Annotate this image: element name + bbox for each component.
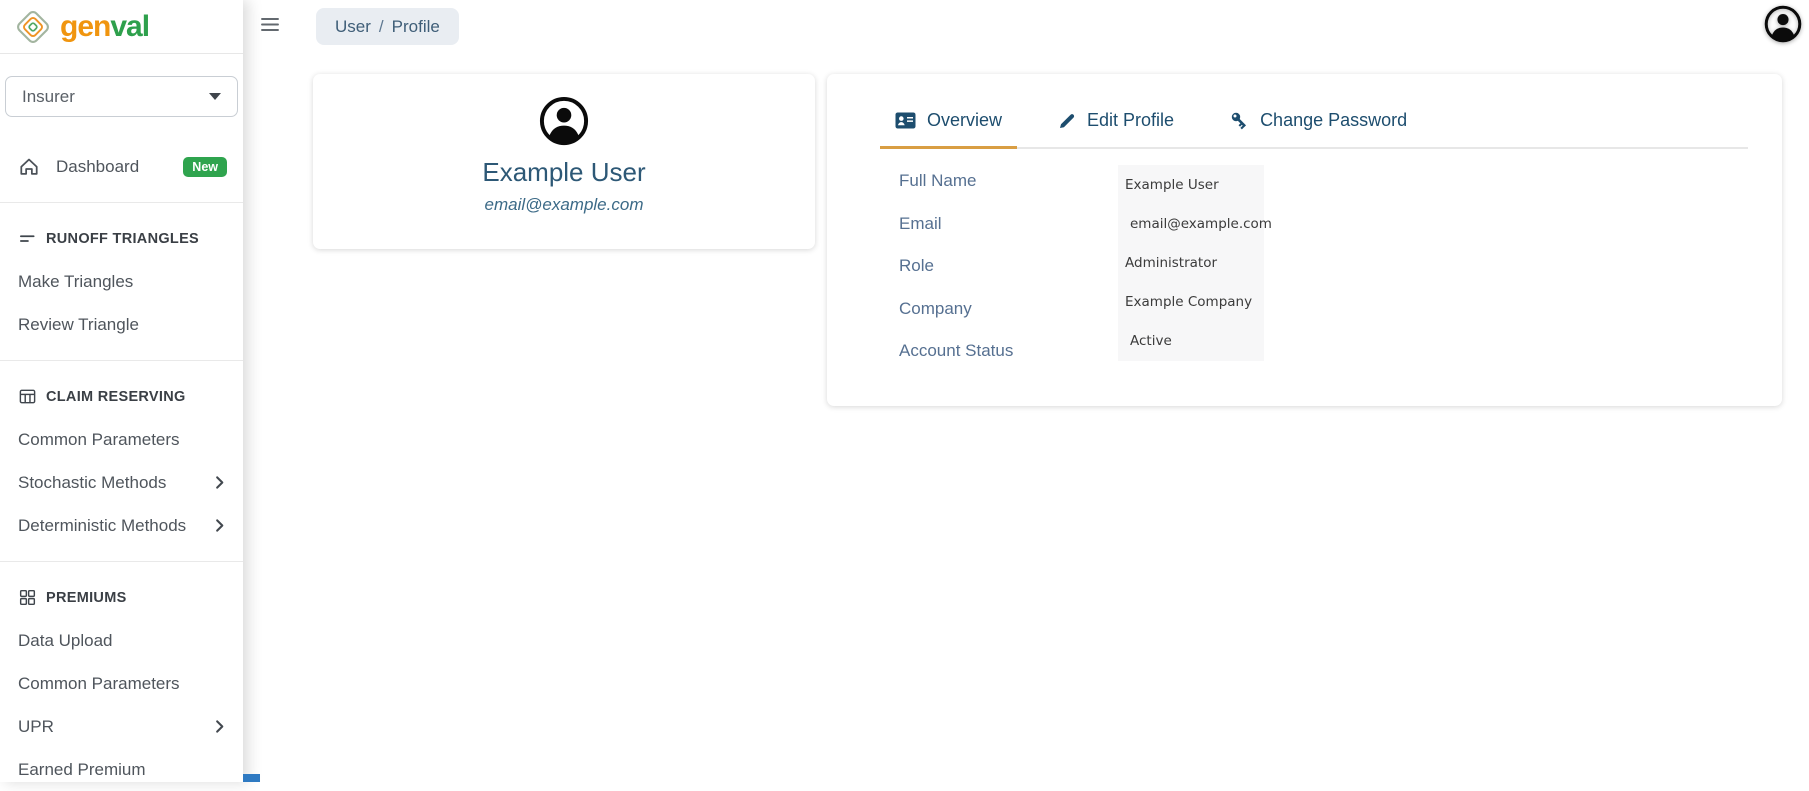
chevron-right-icon (212, 719, 227, 734)
sidebar-item-review-triangle[interactable]: Review Triangle (0, 303, 243, 346)
field-value-email: email@example.com (1118, 204, 1264, 243)
tab-bar: Overview Edit Profile (880, 110, 1748, 149)
section-header-premiums[interactable]: PREMIUMS (0, 576, 243, 619)
profile-email: email@example.com (313, 195, 815, 215)
field-value-role: Administrator (1118, 243, 1264, 282)
genval-diamond-logo-icon (12, 6, 54, 48)
section-header-claim-reserving[interactable]: CLAIM RESERVING (0, 375, 243, 418)
field-label-role: Role (899, 245, 1013, 288)
table-icon (18, 387, 37, 406)
sidebar-item-dashboard[interactable]: Dashboard New (0, 145, 243, 188)
sidebar-item-common-parameters-premiums[interactable]: Common Parameters (0, 662, 243, 705)
brand-name: genval (60, 10, 149, 44)
tab-change-password[interactable]: Change Password (1215, 110, 1422, 147)
breadcrumb-profile[interactable]: Profile (392, 17, 440, 37)
field-value-full-name: Example User (1118, 165, 1264, 204)
main-area: User / Profile Example User email@exampl… (243, 0, 1809, 782)
menu-toggle-icon[interactable] (261, 17, 279, 32)
profile-name: Example User (313, 157, 815, 188)
field-label-account-status: Account Status (899, 330, 1013, 373)
sidebar-item-upr[interactable]: UPR (0, 705, 243, 748)
grid-icon (18, 588, 37, 607)
section-title: RUNOFF TRIANGLES (46, 231, 199, 247)
topbar: User / Profile (243, 0, 1809, 53)
user-avatar-icon[interactable] (1764, 5, 1802, 43)
field-value-company: Example Company (1118, 283, 1264, 322)
tab-overview[interactable]: Overview (880, 110, 1017, 149)
section-title: PREMIUMS (46, 590, 127, 606)
sidebar-divider (0, 561, 243, 562)
field-value-account-status: Active (1118, 322, 1264, 361)
profile-summary-card: Example User email@example.com (313, 74, 815, 249)
new-badge: New (183, 157, 227, 177)
profile-details-card: Overview Edit Profile (827, 74, 1782, 406)
sidebar-item-label: Dashboard (56, 157, 139, 177)
chevron-right-icon (212, 475, 227, 490)
section-header-runoff-triangles[interactable]: RUNOFF TRIANGLES (0, 217, 243, 260)
section-title: CLAIM RESERVING (46, 389, 186, 405)
breadcrumb-user[interactable]: User (335, 17, 371, 37)
sidebar-item-deterministic-methods[interactable]: Deterministic Methods (0, 504, 243, 547)
lines-icon (18, 229, 37, 248)
id-card-icon (895, 112, 916, 129)
field-label-email: Email (899, 203, 1013, 246)
insurer-select-value: Insurer (22, 87, 75, 107)
brand-logo[interactable]: genval (0, 0, 243, 54)
tab-edit-profile[interactable]: Edit Profile (1043, 110, 1189, 147)
breadcrumb: User / Profile (316, 8, 459, 45)
field-label-company: Company (899, 288, 1013, 331)
field-label-full-name: Full Name (899, 160, 1013, 203)
key-icon (1230, 111, 1249, 130)
field-values-column: Example User email@example.com Administr… (1118, 165, 1264, 361)
sidebar-divider (0, 360, 243, 361)
sidebar-divider (0, 202, 243, 203)
scrollbar-thumb[interactable] (243, 774, 260, 782)
chevron-down-icon (209, 93, 221, 100)
breadcrumb-separator: / (379, 17, 384, 37)
insurer-select[interactable]: Insurer (5, 76, 238, 117)
sidebar-item-make-triangles[interactable]: Make Triangles (0, 260, 243, 303)
home-icon (18, 156, 40, 178)
profile-avatar-icon (539, 96, 589, 146)
field-labels-column: Full Name Email Role Company Account Sta… (899, 160, 1013, 373)
sidebar-item-stochastic-methods[interactable]: Stochastic Methods (0, 461, 243, 504)
sidebar-item-common-parameters-claims[interactable]: Common Parameters (0, 418, 243, 461)
pencil-icon (1058, 112, 1076, 130)
sidebar-item-earned-premium[interactable]: Earned Premium (0, 748, 243, 791)
sidebar: genval Insurer Dashboard New RUNOFF TRIA… (0, 0, 243, 782)
chevron-right-icon (212, 518, 227, 533)
sidebar-item-data-upload[interactable]: Data Upload (0, 619, 243, 662)
